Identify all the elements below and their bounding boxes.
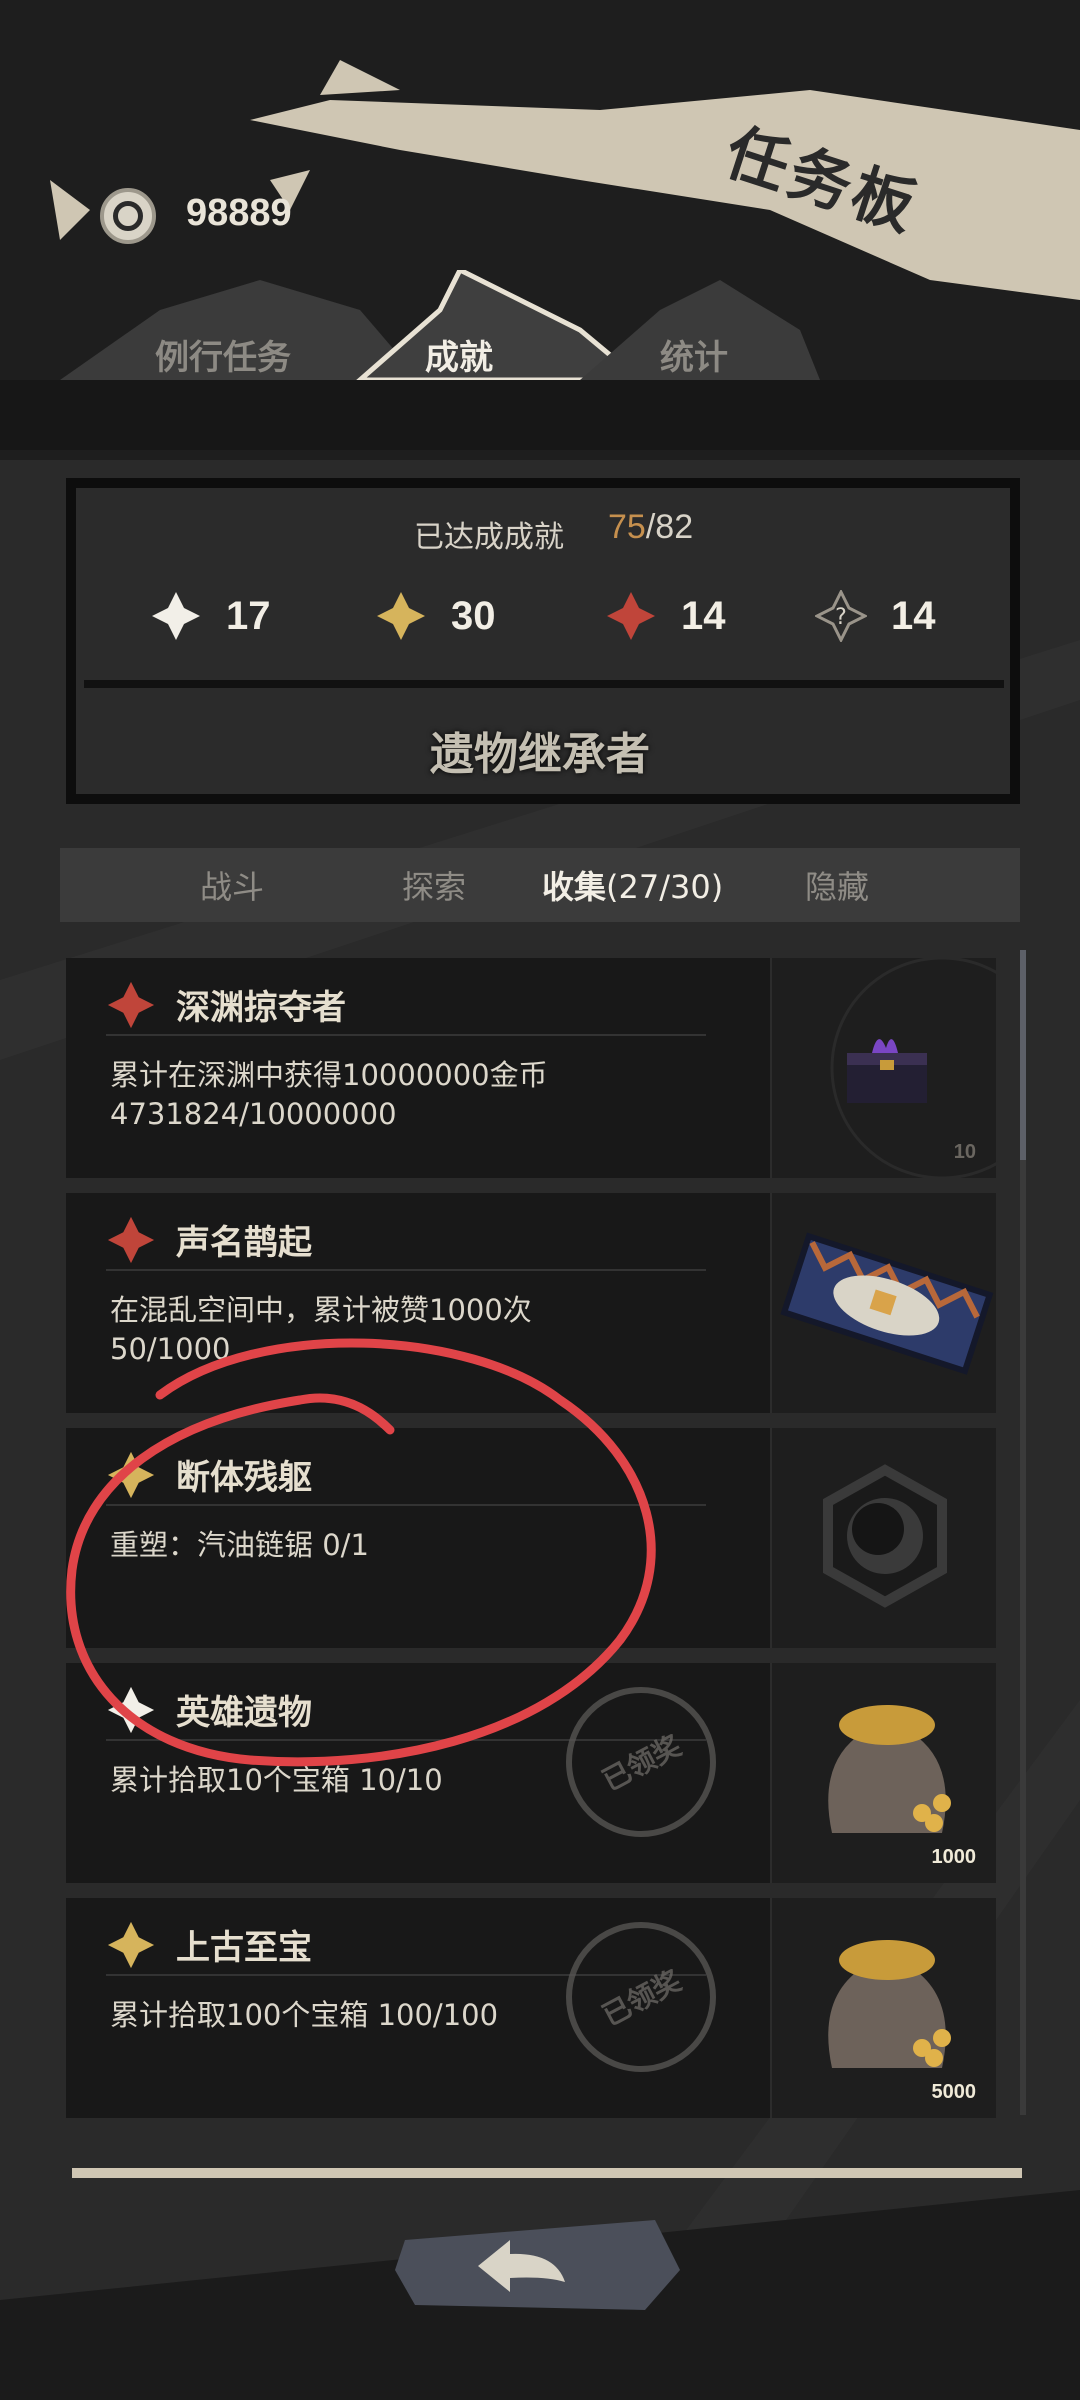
red-diamond-icon	[107, 1216, 155, 1264]
achievement-title: 上古至宝	[176, 1928, 312, 1968]
white-diamond-icon	[107, 1686, 155, 1734]
header-divider	[0, 380, 1080, 450]
achievement-card[interactable]: 声名鹊起 在混乱空间中，累计被赞1000次 50/1000	[66, 1193, 996, 1413]
gold-diamond-icon	[107, 1921, 155, 1969]
summary-total: 82	[655, 508, 694, 546]
reward-thumbnail	[770, 1428, 996, 1648]
list-bottom-divider	[72, 2168, 1022, 2178]
summary-done: 75	[608, 508, 646, 546]
achievement-description: 重塑：汽油链锯 0/1	[110, 1526, 369, 1565]
back-button[interactable]	[395, 2210, 685, 2320]
hex-emblem-icon	[823, 1464, 947, 1608]
reward-quantity: 1000	[931, 1846, 977, 1868]
coin-icon	[100, 188, 156, 244]
achievement-requirement: 在混乱空间中，累计被赞1000次	[110, 1293, 532, 1327]
tab-explore[interactable]: 探索	[402, 862, 466, 908]
card-divider	[106, 1504, 706, 1506]
reward-quantity: 10	[953, 1141, 976, 1163]
achievement-card[interactable]: 英雄遗物 累计拾取10个宝箱 10/10 已领奖 1000	[66, 1663, 996, 1883]
list-scrollbar-thumb[interactable]	[1020, 950, 1026, 1160]
summary-count: 75/82	[608, 508, 693, 547]
reward-thumbnail	[770, 1193, 996, 1413]
svg-text:?: ?	[835, 605, 847, 630]
tab-collect-count: (27/30)	[606, 868, 724, 906]
claimed-stamp-text: 已领奖	[596, 1964, 687, 2033]
gold-diamond-icon	[377, 592, 425, 640]
hidden-diamond-icon: ?	[815, 590, 867, 642]
tab-routine-tasks[interactable]: 例行任务	[155, 330, 291, 379]
tier-gold: 30	[375, 590, 496, 642]
achievement-title: 声名鹊起	[176, 1223, 312, 1263]
card-divider	[106, 1269, 706, 1271]
reward-thumbnail: 1000	[770, 1663, 996, 1883]
red-diamond-icon	[107, 981, 155, 1029]
coin-amount: 98889	[186, 192, 292, 234]
tab-collect-label: 收集	[542, 868, 607, 906]
tab-collect[interactable]: 收集(27/30)	[542, 862, 723, 908]
reward-quantity: 5000	[931, 2081, 977, 2103]
reward-thumbnail: 5000	[770, 1898, 996, 2118]
achievement-card[interactable]: 断体残躯 重塑：汽油链锯 0/1	[66, 1428, 996, 1648]
claimed-stamp: 已领奖	[566, 1922, 716, 2072]
main-tabs: 例行任务 成就 统计	[60, 270, 820, 390]
tier-gold-count: 30	[451, 593, 496, 638]
achievement-description: 累计拾取10个宝箱 10/10	[110, 1761, 443, 1800]
achievement-list[interactable]: 深渊掠夺者 累计在深渊中获得10000000金币 4731824/1000000…	[66, 946, 1006, 2126]
tab-achievements[interactable]: 成就	[425, 330, 493, 379]
tier-red-count: 14	[681, 593, 726, 638]
tab-combat[interactable]: 战斗	[200, 862, 264, 908]
reward-thumbnail: 10	[770, 956, 1006, 1180]
achievement-requirement: 累计拾取10个宝箱 10/10	[110, 1763, 443, 1797]
summary-label: 已达成成就	[414, 520, 564, 555]
tier-red: 14	[605, 590, 726, 642]
claimed-stamp-text: 已领奖	[596, 1729, 687, 1798]
title-banner	[250, 60, 1080, 300]
tier-white-count: 17	[226, 593, 271, 638]
achievement-card[interactable]: 上古至宝 累计拾取100个宝箱 100/100 已领奖 5000	[66, 1898, 996, 2118]
gold-diamond-icon	[107, 1451, 155, 1499]
achievement-progress: 50/1000	[110, 1332, 231, 1367]
achievement-title: 深渊掠夺者	[176, 988, 346, 1028]
achievement-card[interactable]: 深渊掠夺者 累计在深渊中获得10000000金币 4731824/1000000…	[66, 956, 1006, 1180]
achievement-requirement: 累计在深渊中获得10000000金币	[110, 1058, 548, 1092]
summary-divider	[84, 680, 1004, 688]
achievement-title: 英雄遗物	[176, 1693, 312, 1733]
achievement-requirement: 重塑：汽油链锯 0/1	[110, 1528, 369, 1562]
claimed-stamp: 已领奖	[566, 1687, 716, 1837]
achievement-title: 断体残躯	[176, 1458, 312, 1498]
thumbs-up-banner-icon	[780, 1232, 994, 1375]
earned-title: 遗物继承者	[430, 729, 650, 780]
tab-hidden[interactable]: 隐藏	[805, 862, 869, 908]
red-diamond-icon	[607, 592, 655, 640]
summary-separator: /	[645, 508, 656, 546]
tier-hidden: ? 14	[815, 590, 936, 642]
tab-statistics[interactable]: 统计	[660, 330, 728, 379]
achievement-description: 累计拾取100个宝箱 100/100	[110, 1996, 498, 2035]
tier-white: 17	[150, 590, 271, 642]
achievement-description: 累计在深渊中获得10000000金币 4731824/10000000	[110, 1056, 548, 1134]
achievement-description: 在混乱空间中，累计被赞1000次 50/1000	[110, 1291, 532, 1369]
achievement-requirement: 累计拾取100个宝箱 100/100	[110, 1998, 499, 2032]
tier-hidden-count: 14	[891, 593, 936, 638]
white-diamond-icon	[152, 592, 200, 640]
achievement-progress: 4731824/10000000	[110, 1097, 397, 1132]
card-divider	[106, 1034, 706, 1036]
